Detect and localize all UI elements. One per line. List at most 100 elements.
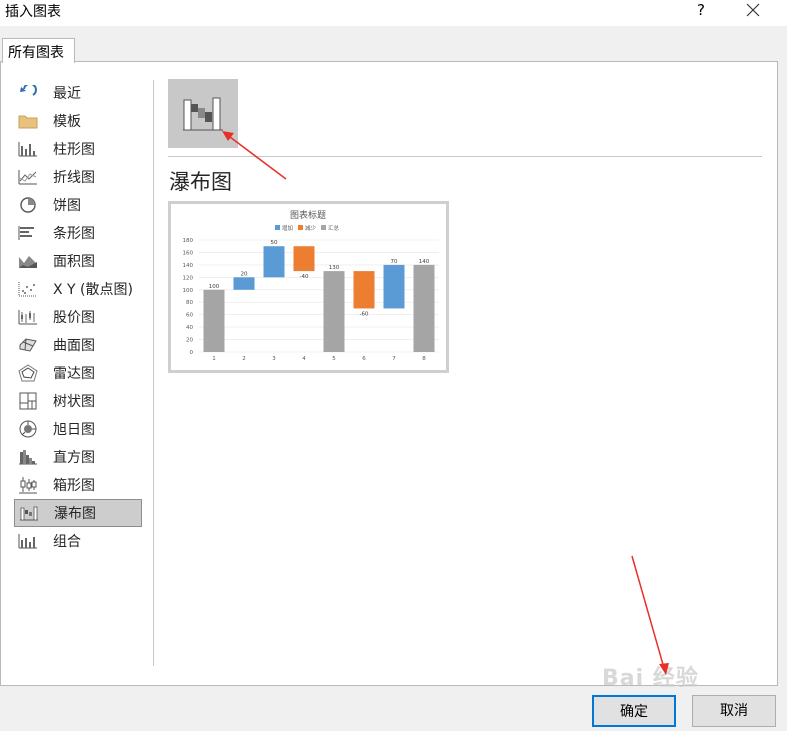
y-tick-label: 100 (183, 288, 194, 294)
surface-chart-icon (17, 335, 39, 355)
waterfall-subtype-icon (183, 97, 223, 130)
pie-chart-icon (17, 195, 39, 215)
cancel-button[interactable]: 取消 (692, 695, 776, 727)
x-tick-label: 4 (302, 356, 306, 362)
chart-type-item[interactable]: 面积图 (14, 247, 142, 275)
chart-type-item[interactable]: 曲面图 (14, 331, 142, 359)
y-tick-label: 160 (183, 250, 194, 256)
y-tick-label: 180 (183, 238, 194, 244)
waterfall-bar (263, 246, 285, 278)
chart-type-item[interactable]: X Y (散点图) (14, 275, 142, 303)
stock-chart-icon (17, 307, 39, 327)
chart-type-heading: 瀑布图 (169, 170, 232, 194)
chart-type-label: 瀑布图 (54, 506, 96, 522)
chart-type-label: 树状图 (53, 394, 95, 410)
waterfall-bar (203, 289, 225, 352)
data-label: 140 (419, 259, 430, 265)
radar-chart-icon (17, 363, 39, 383)
chart-type-label: 最近 (53, 86, 81, 102)
bar-chart-icon (17, 223, 39, 243)
legend-swatch (298, 225, 303, 230)
column-chart-icon (17, 139, 39, 159)
chart-type-list: 最近模板柱形图折线图饼图条形图面积图 X Y (散点图) 股价图曲面图雷达图树状图旭… (14, 79, 142, 555)
histogram-chart-icon (17, 447, 39, 467)
waterfall-chart-icon (18, 503, 40, 523)
waterfall-bar (383, 264, 405, 309)
sunburst-chart-icon (17, 419, 39, 439)
chart-type-label: 饼图 (53, 198, 81, 214)
y-tick-label: 60 (186, 313, 193, 319)
legend-swatch (275, 225, 280, 230)
data-label: 70 (391, 259, 398, 265)
chart-type-item[interactable]: 饼图 (14, 191, 142, 219)
close-button[interactable] (741, 0, 765, 22)
data-label: 20 (241, 271, 248, 277)
title-bar: 插入图表 ? (0, 0, 787, 26)
y-tick-label: 0 (190, 350, 194, 356)
chart-type-item[interactable]: 组合 (14, 527, 142, 555)
chart-type-item[interactable]: 树状图 (14, 387, 142, 415)
chart-type-item[interactable]: 旭日图 (14, 415, 142, 443)
chart-type-label: 组合 (53, 534, 81, 550)
x-tick-label: 5 (332, 356, 336, 362)
legend-label: 减少 (305, 224, 317, 232)
chart-type-item[interactable]: 条形图 (14, 219, 142, 247)
chart-type-label: 面积图 (53, 254, 95, 270)
y-tick-label: 120 (183, 275, 194, 281)
y-tick-label: 140 (183, 263, 194, 269)
y-tick-label: 40 (186, 325, 193, 331)
chart-type-label: 曲面图 (53, 338, 95, 354)
x-tick-label: 7 (392, 356, 396, 362)
vertical-divider (153, 80, 154, 666)
data-label: 100 (209, 284, 220, 290)
area-chart-icon (17, 251, 39, 271)
box-whisker-chart-icon (17, 475, 39, 495)
preview-chart-title: 图表标题 (290, 209, 326, 221)
chart-type-item[interactable]: 模板 (14, 107, 142, 135)
x-tick-label: 1 (212, 356, 216, 362)
horizontal-divider (168, 156, 762, 157)
data-label: -40 (300, 274, 309, 280)
chart-type-item[interactable]: 折线图 (14, 163, 142, 191)
chart-type-label: X Y (散点图) (53, 282, 133, 298)
folder-icon (17, 111, 39, 131)
chart-type-label: 箱形图 (53, 478, 95, 494)
chart-type-label: 股价图 (53, 310, 95, 326)
y-tick-label: 80 (186, 300, 193, 306)
combo-chart-icon (17, 531, 39, 551)
help-button[interactable]: ? (691, 0, 711, 22)
chart-type-item[interactable]: 股价图 (14, 303, 142, 331)
chart-type-item[interactable]: 雷达图 (14, 359, 142, 387)
chart-type-item[interactable]: 箱形图 (14, 471, 142, 499)
data-label: 50 (271, 240, 278, 246)
x-tick-label: 8 (422, 356, 426, 362)
waterfall-bar (353, 271, 375, 309)
watermark-text: Bai 经验 (602, 666, 699, 691)
x-tick-label: 6 (362, 356, 366, 362)
chart-type-item[interactable]: 瀑布图 (14, 499, 142, 527)
dialog-title: 插入图表 (5, 4, 61, 20)
tab-all-charts[interactable]: 所有图表 (2, 38, 75, 63)
y-tick-label: 20 (186, 338, 193, 344)
ok-button[interactable]: 确定 (592, 695, 676, 727)
recent-icon (17, 83, 39, 103)
waterfall-preview-chart: 图表标题增加 减少 汇总020406080100120140160180100120… (183, 209, 439, 362)
data-label: 130 (329, 265, 340, 271)
chart-type-label: 折线图 (53, 170, 95, 186)
chart-type-item[interactable]: 最近 (14, 79, 142, 107)
chart-type-label: 模板 (53, 114, 81, 130)
chart-type-item[interactable]: 柱形图 (14, 135, 142, 163)
treemap-chart-icon (17, 391, 39, 411)
chart-type-item[interactable]: 直方图 (14, 443, 142, 471)
chart-type-label: 雷达图 (53, 366, 95, 382)
chart-type-label: 旭日图 (53, 422, 95, 438)
waterfall-bar (233, 277, 255, 290)
chart-type-label: 柱形图 (53, 142, 95, 158)
chart-type-label: 条形图 (53, 226, 95, 242)
chart-preview[interactable]: 图表标题 增加 减少 汇总 0 20 40 60 80 100 120 140 160 180 100 1 20… (168, 201, 449, 373)
waterfall-subtype-button[interactable] (168, 79, 238, 148)
legend-label: 增加 (282, 224, 293, 232)
legend-swatch (321, 225, 326, 230)
x-tick-label: 2 (242, 356, 246, 362)
waterfall-bar (413, 264, 435, 352)
